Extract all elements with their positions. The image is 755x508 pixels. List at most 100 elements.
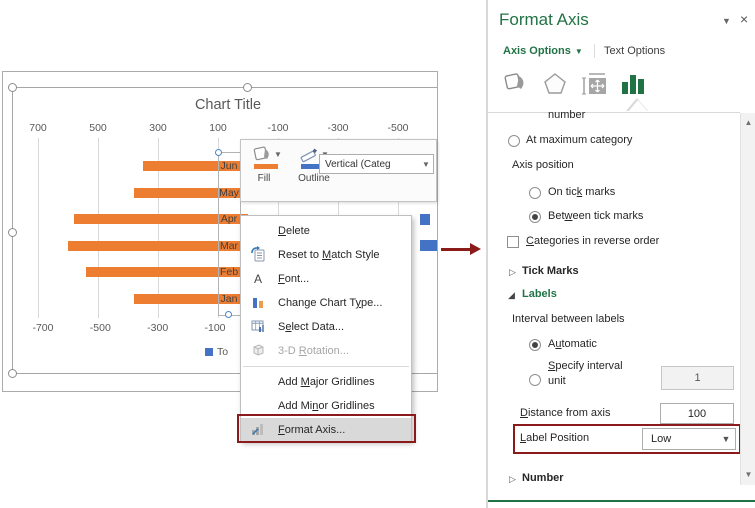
top-axis-tick-label: -100	[267, 122, 289, 134]
category-axis-selection-box	[218, 152, 241, 316]
tab-axis-options[interactable]: Axis Options ▼	[503, 45, 583, 57]
screenshot-stage: Chart Title 700 500 300 100 -100 -300 -500 -70…	[0, 0, 755, 508]
label-on-tick-marks: On tick marks	[548, 186, 616, 198]
red-arrow-head-icon	[470, 243, 481, 255]
top-axis-tick-label: 500	[89, 122, 107, 134]
specify-interval-input[interactable]: 1	[661, 366, 734, 390]
chevron-down-icon[interactable]: ▼	[717, 434, 735, 444]
top-axis-tick-label: -300	[327, 122, 349, 134]
bottom-axis-tick-label: -100	[204, 322, 226, 334]
bottom-axis-tick-label: -300	[147, 322, 169, 334]
cube-icon	[246, 342, 270, 361]
gridline	[38, 138, 39, 318]
secondary-bar-apr[interactable]	[419, 213, 431, 225]
chart-element-dropdown[interactable]: Vertical (Categ ▼	[319, 154, 434, 174]
select-data-icon	[246, 318, 270, 337]
radio-specify-interval[interactable]	[529, 374, 541, 386]
menu-item-reset-to-match-style[interactable]: Reset to Match Style	[241, 243, 411, 267]
axis-options-icon[interactable]	[617, 70, 647, 98]
format-axis-annotation-box	[237, 414, 416, 443]
label-interval-between: Interval between labels	[512, 313, 625, 325]
chevron-down-icon[interactable]: ▼	[419, 160, 433, 169]
top-axis-tick-label: 100	[209, 122, 227, 134]
label-categories-reverse: Categories in reverse order	[526, 235, 660, 247]
legend-swatch	[205, 348, 213, 356]
label-automatic: Automatic	[548, 338, 597, 350]
chart-element-dropdown-value: Vertical (Categ	[325, 158, 391, 170]
label-specify-interval: Specify interval	[548, 360, 623, 372]
outline-label: Outline	[298, 173, 330, 184]
clipped-option-text: number	[548, 109, 586, 121]
chart-resize-handle-left[interactable]	[8, 228, 17, 237]
label-axis-position: Axis position	[512, 159, 574, 171]
red-arrow	[441, 248, 472, 251]
change-chart-type-icon	[246, 294, 270, 313]
axis-selection-handle-top[interactable]	[215, 149, 222, 156]
top-axis-tick-label: 700	[29, 122, 47, 134]
radio-automatic[interactable]	[529, 339, 541, 351]
radio-on-tick-marks[interactable]	[529, 187, 541, 199]
chevron-down-icon: ▼	[574, 47, 583, 56]
legend-label: To	[217, 346, 229, 358]
top-axis-tick-label: -500	[387, 122, 409, 134]
format-axis-pane: Format Axis ▼ × Axis Options ▼ Text Optio…	[486, 0, 755, 508]
menu-item-add-major-gridlines[interactable]: Add Major Gridlines	[241, 370, 411, 394]
menu-item-3d-rotation: 3-D Rotation...	[241, 339, 411, 363]
expand-arrow-icon[interactable]: ◢	[508, 290, 515, 301]
label-label-position: Label Position	[520, 432, 590, 444]
menu-item-select-data[interactable]: Select Data...	[241, 315, 411, 339]
fill-line-icon[interactable]	[500, 70, 530, 98]
legend[interactable]: To	[205, 346, 228, 358]
size-properties-icon[interactable]	[580, 70, 610, 98]
context-menu: Delete Reset to Match Style A Font... Ch…	[240, 215, 412, 442]
menu-separator	[243, 366, 409, 367]
chart-resize-handle-top-left[interactable]	[8, 83, 17, 92]
section-number[interactable]: Number	[522, 472, 564, 484]
font-icon: A	[253, 272, 262, 286]
label-position-value: Low	[651, 433, 672, 445]
label-between-tick-marks: Between tick marks	[548, 210, 644, 222]
radio-between-tick-marks[interactable]	[529, 211, 541, 223]
label-distance-from-axis: Distance from axis	[520, 407, 611, 419]
menu-item-delete[interactable]: Delete	[241, 219, 411, 243]
radio-at-maximum-category[interactable]	[508, 135, 520, 147]
fill-color-swatch	[254, 164, 278, 169]
distance-from-axis-input[interactable]: 100	[660, 403, 734, 424]
label-position-dropdown[interactable]: Low ▼	[642, 428, 736, 450]
pane-options-caret-icon[interactable]: ▼	[722, 16, 731, 26]
mini-toolbar: ▼ Fill ▼ Outline Vertical (Categ ▼	[240, 139, 437, 202]
collapse-arrow-icon[interactable]: ▷	[509, 474, 516, 485]
checkbox-categories-reverse[interactable]	[507, 236, 519, 248]
fill-label: Fill	[257, 173, 271, 184]
label-at-maximum-category: At maximum category	[526, 134, 633, 146]
pane-divider	[488, 112, 740, 113]
top-axis-tick-label: 300	[149, 122, 167, 134]
tab-divider	[594, 44, 595, 58]
bottom-axis-tick-label: -500	[89, 322, 111, 334]
gridline	[98, 138, 99, 318]
effects-icon[interactable]	[540, 70, 570, 98]
close-icon[interactable]: ×	[740, 11, 748, 27]
reset-style-icon	[246, 245, 270, 265]
label-specify-unit: unit	[548, 375, 566, 387]
collapse-arrow-icon[interactable]: ▷	[509, 267, 516, 278]
pane-bottom-accent	[488, 500, 755, 502]
menu-item-font[interactable]: A Font...	[241, 267, 411, 291]
section-tick-marks[interactable]: Tick Marks	[522, 265, 579, 277]
pane-title: Format Axis	[499, 10, 589, 29]
pane-scrollbar[interactable]: ▲ ▼	[740, 113, 755, 485]
menu-item-change-chart-type[interactable]: Change Chart Type...	[241, 291, 411, 315]
bottom-axis-tick-label: -700	[32, 322, 54, 334]
tab-text-options[interactable]: Text Options	[604, 45, 665, 57]
section-labels[interactable]: Labels	[522, 288, 557, 300]
scroll-down-icon[interactable]: ▼	[741, 465, 755, 485]
secondary-bar-mar[interactable]	[419, 240, 437, 252]
fill-dropdown-caret[interactable]: ▼	[274, 150, 282, 159]
scroll-up-icon[interactable]: ▲	[741, 113, 755, 133]
axis-selection-handle-bottom[interactable]	[225, 311, 232, 318]
selected-tab-notch-fill	[628, 100, 648, 112]
chart-resize-handle-bottom-left[interactable]	[8, 369, 17, 378]
chart-title[interactable]: Chart Title	[113, 97, 343, 113]
chart-resize-handle-top[interactable]	[243, 83, 252, 92]
chart-selection-border-top	[12, 87, 437, 88]
